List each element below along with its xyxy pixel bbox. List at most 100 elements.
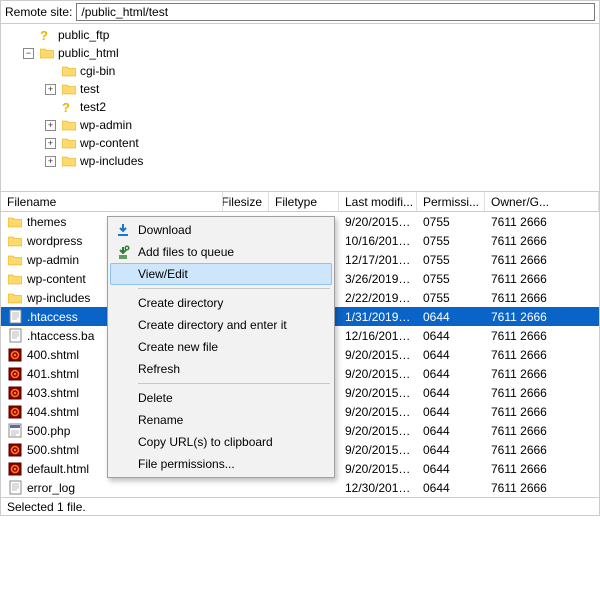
- file-permissions: 0644: [417, 405, 485, 419]
- tree-item[interactable]: +wp-includes: [45, 152, 599, 170]
- col-filesize[interactable]: Filesize: [223, 192, 269, 211]
- tree-item[interactable]: − public_html: [23, 44, 599, 62]
- file-permissions: 0644: [417, 443, 485, 457]
- expander-placeholder: [45, 66, 56, 77]
- tree-item-label: wp-admin: [80, 116, 132, 134]
- text-file-icon: [7, 309, 23, 324]
- menu-download[interactable]: Download: [110, 219, 332, 241]
- file-owner: 7611 2666: [485, 253, 599, 267]
- col-filename[interactable]: Filename: [1, 192, 223, 211]
- shtml-file-icon: [7, 386, 23, 400]
- menu-rename[interactable]: Rename: [110, 409, 332, 431]
- file-modified: 12/16/2015...: [339, 329, 417, 343]
- col-owner[interactable]: Owner/G...: [485, 192, 599, 211]
- unknown-folder-icon: [40, 29, 54, 41]
- menu-create-file[interactable]: Create new file: [110, 336, 332, 358]
- file-name: wordpress: [27, 234, 82, 248]
- menu-item-label: Refresh: [138, 362, 180, 376]
- menu-item-label: Create new file: [138, 340, 218, 354]
- folder-icon: [62, 65, 76, 77]
- folder-icon: [40, 47, 54, 59]
- menu-add-to-queue[interactable]: Add files to queue: [110, 241, 332, 263]
- file-permissions: 0755: [417, 272, 485, 286]
- file-permissions: 0644: [417, 386, 485, 400]
- file-owner: 7611 2666: [485, 386, 599, 400]
- file-name: 500.shtml: [27, 443, 79, 457]
- file-permissions: 0644: [417, 462, 485, 476]
- tree-item[interactable]: + wp-admin: [45, 116, 599, 134]
- col-lastmodified[interactable]: Last modifi...: [339, 192, 417, 211]
- expand-icon[interactable]: +: [45, 138, 56, 149]
- menu-create-directory-enter[interactable]: Create directory and enter it: [110, 314, 332, 336]
- file-modified: 9/20/2015 ...: [339, 443, 417, 457]
- file-modified: 12/30/2016...: [339, 481, 417, 495]
- file-modified: 9/20/2015 ...: [339, 405, 417, 419]
- file-modified: 3/26/2019 ...: [339, 272, 417, 286]
- col-permissions[interactable]: Permissi...: [417, 192, 485, 211]
- file-list-header[interactable]: Filename Filesize Filetype Last modifi..…: [1, 192, 599, 212]
- file-list[interactable]: themesFile folder9/20/2015 ...07557611 2…: [1, 212, 599, 497]
- tree-item[interactable]: test2: [45, 98, 599, 116]
- file-modified: 10/16/2017...: [339, 234, 417, 248]
- file-modified: 9/20/2015 ...: [339, 215, 417, 229]
- file-modified: 12/17/2018...: [339, 253, 417, 267]
- file-permissions: 0755: [417, 291, 485, 305]
- file-owner: 7611 2666: [485, 234, 599, 248]
- tree-item[interactable]: public_ftp: [23, 26, 599, 44]
- menu-view-edit[interactable]: View/Edit: [110, 263, 332, 285]
- menu-delete[interactable]: Delete: [110, 387, 332, 409]
- menu-item-label: Delete: [138, 391, 173, 405]
- file-permissions: 0644: [417, 367, 485, 381]
- tree-item[interactable]: + test: [45, 80, 599, 98]
- file-modified: 1/31/2019 ...: [339, 310, 417, 324]
- file-owner: 7611 2666: [485, 272, 599, 286]
- menu-file-permissions[interactable]: File permissions...: [110, 453, 332, 475]
- tree-item-label: public_html: [58, 44, 119, 62]
- menu-item-label: Rename: [138, 413, 183, 427]
- menu-create-directory[interactable]: Create directory: [110, 292, 332, 314]
- download-icon: [114, 221, 132, 239]
- file-permissions: 0755: [417, 234, 485, 248]
- php-file-icon: [7, 423, 23, 438]
- directory-tree[interactable]: public_ftp−public_htmlcgi-bin+testtest2+…: [1, 24, 599, 192]
- file-name: 400.shtml: [27, 348, 79, 362]
- text-file-icon: [7, 480, 23, 495]
- file-modified: 9/20/2015 ...: [339, 367, 417, 381]
- tree-item-label: test: [80, 80, 99, 98]
- shtml-file-icon: [7, 443, 23, 457]
- shtml-file-icon: [7, 462, 23, 476]
- tree-item-label: test2: [80, 98, 106, 116]
- file-modified: 9/20/2015 ...: [339, 424, 417, 438]
- status-bar: Selected 1 file.: [1, 497, 599, 515]
- menu-separator: [138, 288, 330, 289]
- tree-item[interactable]: cgi-bin: [45, 62, 599, 80]
- tree-item[interactable]: +wp-content: [45, 134, 599, 152]
- menu-copy-url[interactable]: Copy URL(s) to clipboard: [110, 431, 332, 453]
- file-name: 401.shtml: [27, 367, 79, 381]
- collapse-icon[interactable]: −: [23, 48, 34, 59]
- file-permissions: 0644: [417, 481, 485, 495]
- menu-item-label: Add files to queue: [138, 245, 234, 259]
- file-row[interactable]: error_log12/30/2016...06447611 2666: [1, 478, 599, 497]
- remote-site-label: Remote site:: [5, 5, 72, 19]
- file-owner: 7611 2666: [485, 443, 599, 457]
- folder-icon: [7, 216, 23, 228]
- folder-icon: [7, 273, 23, 285]
- expand-icon[interactable]: +: [45, 84, 56, 95]
- remote-path-input[interactable]: [76, 3, 595, 21]
- menu-refresh[interactable]: Refresh: [110, 358, 332, 380]
- folder-icon: [62, 83, 76, 95]
- file-owner: 7611 2666: [485, 367, 599, 381]
- folder-icon: [7, 292, 23, 304]
- file-permissions: 0644: [417, 310, 485, 324]
- file-permissions: 0644: [417, 348, 485, 362]
- col-filetype[interactable]: Filetype: [269, 192, 339, 211]
- expand-icon[interactable]: +: [45, 120, 56, 131]
- file-name: wp-content: [27, 272, 86, 286]
- file-name: wp-admin: [27, 253, 79, 267]
- folder-icon: [62, 137, 76, 149]
- file-name: 404.shtml: [27, 405, 79, 419]
- expand-icon[interactable]: +: [45, 156, 56, 167]
- shtml-file-icon: [7, 367, 23, 381]
- menu-item-label: Create directory: [138, 296, 223, 310]
